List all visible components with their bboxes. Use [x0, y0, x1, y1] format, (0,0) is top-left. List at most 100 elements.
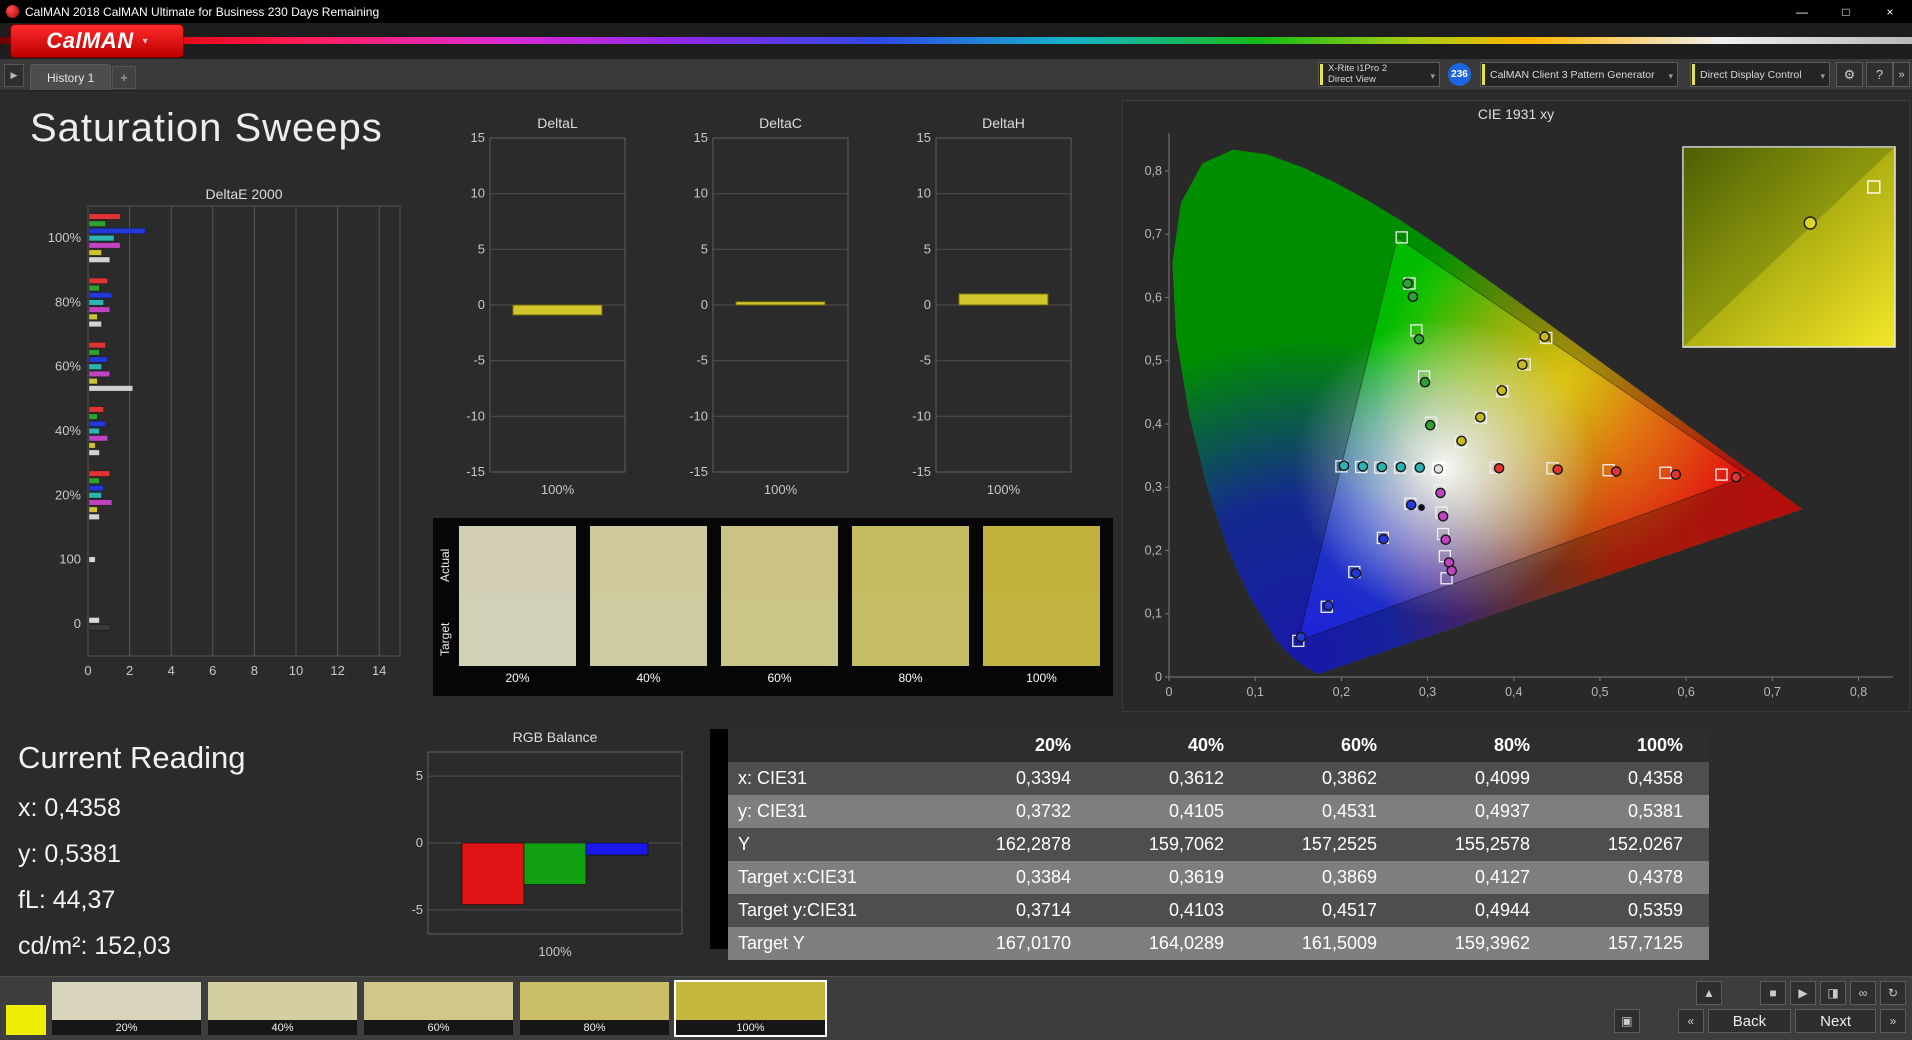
- column-header: 20%: [944, 729, 1097, 762]
- calman-logo-menu[interactable]: CalMAN ▾: [10, 24, 184, 58]
- svg-text:100%: 100%: [764, 482, 798, 497]
- svg-text:100%: 100%: [987, 482, 1021, 497]
- svg-text:0,8: 0,8: [1850, 685, 1867, 699]
- expand-panel-button[interactable]: »: [1893, 62, 1910, 87]
- next-chevron-icon[interactable]: »: [1880, 1009, 1906, 1033]
- back-chevron-icon[interactable]: «: [1678, 1009, 1704, 1033]
- tab-history-1[interactable]: History 1: [30, 64, 111, 90]
- svg-text:5: 5: [478, 241, 485, 256]
- table-header-row: 20%40%60%80%100%: [728, 729, 1709, 762]
- svg-text:DeltaE 2000: DeltaE 2000: [205, 186, 282, 202]
- add-tab-button[interactable]: +: [112, 66, 136, 89]
- svg-text:-10: -10: [466, 408, 485, 423]
- refresh-button[interactable]: ↻: [1880, 981, 1906, 1005]
- pattern-button-20%[interactable]: 20%: [52, 982, 201, 1035]
- pattern-label: 40%: [208, 1020, 357, 1035]
- back-button[interactable]: Back: [1708, 1009, 1791, 1033]
- svg-text:8: 8: [251, 663, 258, 678]
- play-button[interactable]: ▶: [1790, 981, 1816, 1005]
- row-label: y: CIE31: [728, 795, 944, 828]
- svg-text:0,6: 0,6: [1677, 685, 1694, 699]
- help-button[interactable]: ?: [1866, 62, 1893, 87]
- pattern-button-80%[interactable]: 80%: [520, 982, 669, 1035]
- pattern-button-100%[interactable]: 100%: [676, 982, 825, 1035]
- svg-text:0: 0: [478, 297, 485, 312]
- deltac-chart: DeltaC151050-5-10-15100%: [675, 114, 860, 519]
- svg-text:-10: -10: [689, 408, 708, 423]
- table-cell: 0,3619: [1097, 861, 1250, 894]
- svg-text:0,2: 0,2: [1333, 685, 1350, 699]
- table-corner-cell: [728, 729, 944, 762]
- table-cell: 0,4127: [1403, 861, 1556, 894]
- capture-button[interactable]: ◨: [1820, 981, 1846, 1005]
- svg-text:-15: -15: [466, 464, 485, 479]
- swatch-label: 20%: [459, 666, 576, 690]
- pattern-window-button[interactable]: ▣: [1614, 1009, 1640, 1033]
- table-cell: 0,3394: [944, 762, 1097, 795]
- current-pattern-color-swatch: [6, 1005, 46, 1035]
- pattern-label: 60%: [364, 1020, 513, 1035]
- transport-controls: ▲ ■ ▶ ◨ ∞ ↻ ▣ « Back Next »: [1614, 981, 1906, 1037]
- svg-text:100: 100: [59, 552, 81, 567]
- pattern-generator-dropdown[interactable]: CalMAN Client 3 Pattern Generator: [1480, 62, 1678, 87]
- svg-text:5: 5: [924, 241, 931, 256]
- actual-target-swatch-panel: ActualTarget20%40%60%80%100%: [433, 518, 1113, 696]
- svg-text:12: 12: [330, 663, 344, 678]
- svg-text:2: 2: [126, 663, 133, 678]
- table-cell: 0,5381: [1556, 795, 1709, 828]
- svg-text:DeltaL: DeltaL: [537, 115, 578, 131]
- current-reading-heading: Current Reading: [18, 740, 245, 776]
- stop-button[interactable]: ■: [1760, 981, 1786, 1005]
- svg-text:DeltaH: DeltaH: [982, 115, 1025, 131]
- pattern-button-60%[interactable]: 60%: [364, 982, 513, 1035]
- svg-text:100%: 100%: [541, 482, 575, 497]
- window-title: CalMAN 2018 CalMAN Ultimate for Business…: [25, 5, 379, 19]
- display-control-dropdown[interactable]: Direct Display Control: [1690, 62, 1830, 87]
- cie-1931-chart: CIE 1931 xy 00,10,20,30,40,50,60,70,800,…: [1122, 100, 1910, 712]
- next-button[interactable]: Next: [1795, 1009, 1876, 1033]
- svg-text:-5: -5: [411, 902, 423, 917]
- close-button[interactable]: ×: [1868, 0, 1912, 23]
- table-cell: 159,3962: [1403, 927, 1556, 960]
- svg-text:10: 10: [694, 186, 708, 201]
- settings-gear-button[interactable]: ⚙: [1836, 62, 1863, 87]
- workflow-panel-toggle-button[interactable]: ▶: [4, 64, 24, 87]
- table-cell: 0,4531: [1250, 795, 1403, 828]
- actual-color-swatch: [983, 526, 1100, 596]
- meter-dropdown[interactable]: X-Rite i1Pro 2 Direct View: [1318, 62, 1440, 87]
- table-cell: 0,3612: [1097, 762, 1250, 795]
- actual-color-swatch: [852, 526, 969, 596]
- svg-text:15: 15: [917, 130, 931, 145]
- svg-text:100%: 100%: [48, 230, 82, 245]
- svg-text:0,5: 0,5: [1145, 354, 1162, 368]
- meter-count-badge[interactable]: 236: [1448, 63, 1471, 86]
- maximize-button[interactable]: □: [1824, 0, 1868, 23]
- compare-swatch-40%: 40%: [590, 526, 707, 690]
- pattern-button-40%[interactable]: 40%: [208, 982, 357, 1035]
- svg-text:20%: 20%: [55, 487, 81, 502]
- svg-text:10: 10: [471, 186, 485, 201]
- row-label: Target Y: [728, 927, 944, 960]
- table-cell: 0,4378: [1556, 861, 1709, 894]
- svg-text:0: 0: [701, 297, 708, 312]
- target-color-swatch: [721, 596, 838, 666]
- svg-text:0: 0: [416, 835, 423, 850]
- svg-text:100%: 100%: [538, 944, 572, 959]
- loop-button[interactable]: ∞: [1850, 981, 1876, 1005]
- svg-text:DeltaC: DeltaC: [759, 115, 802, 131]
- table-left-strip: [710, 729, 728, 949]
- current-reading-x: x: 0,4358: [18, 794, 245, 823]
- svg-text:-10: -10: [912, 408, 931, 423]
- calman-logo-text: CalMAN: [46, 28, 133, 54]
- table-cell: 157,7125: [1556, 927, 1709, 960]
- table-cell: 0,4937: [1403, 795, 1556, 828]
- raise-pattern-window-button[interactable]: ▲: [1696, 981, 1722, 1005]
- minimize-button[interactable]: —: [1780, 0, 1824, 23]
- row-label: Target x:CIE31: [728, 861, 944, 894]
- pattern-color: [52, 982, 201, 1020]
- table-row: x: CIE310,33940,36120,38620,40990,4358: [728, 762, 1709, 795]
- pattern-color: [364, 982, 513, 1020]
- logo-dropdown-caret: ▾: [143, 36, 148, 47]
- actual-row-label: Actual: [438, 528, 452, 602]
- table-cell: 0,3384: [944, 861, 1097, 894]
